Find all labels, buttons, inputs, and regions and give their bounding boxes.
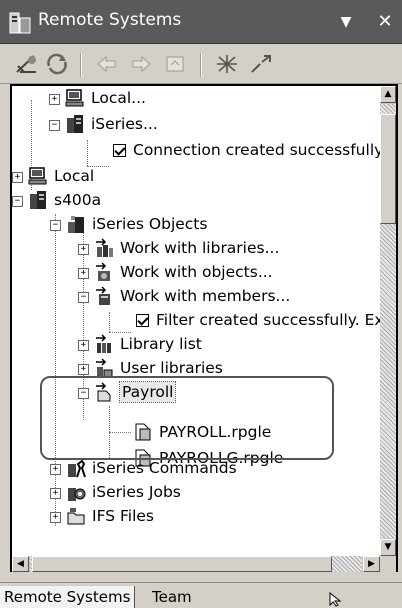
tree-item-label: iSeries Commands: [92, 459, 237, 477]
iseries-server-icon: [30, 191, 46, 209]
filter-members-icon: [96, 286, 110, 305]
view-toolbar: [0, 44, 402, 84]
scrollbar-corner: [380, 556, 396, 572]
tree-item-label: s400a: [54, 191, 102, 209]
remote-systems-tree: + Local... − iSeries... Connection creat…: [12, 86, 380, 556]
computer-icon: [65, 89, 84, 107]
computer-icon: [28, 167, 47, 185]
checkmark-icon: [113, 144, 126, 157]
tree-item-iseries-1[interactable]: − iSeries...: [12, 114, 372, 138]
refresh-icon[interactable]: [44, 52, 70, 76]
tree-item-iseries-jobs[interactable]: + iSeries Jobs: [12, 482, 372, 506]
tree-item-label: Local...: [91, 89, 146, 107]
scroll-right-icon[interactable]: ▶: [363, 556, 380, 572]
tree-item-label: Local: [54, 167, 95, 185]
tree-item-work-with-objects[interactable]: + Work with objects...: [12, 262, 372, 286]
scroll-left-icon[interactable]: ◀: [12, 556, 29, 572]
vertical-scrollbar[interactable]: ▲ ▼: [380, 86, 396, 556]
expand-toggle[interactable]: +: [78, 268, 89, 279]
tree-item-label: Work with members...: [120, 287, 291, 305]
expand-toggle[interactable]: +: [49, 94, 60, 105]
forward-icon[interactable]: [128, 52, 154, 76]
collapse-toggle[interactable]: −: [78, 292, 89, 303]
expand-toggle[interactable]: +: [12, 172, 23, 183]
tree-item-label: iSeries Jobs: [92, 483, 181, 501]
tree-item-iseries-commands[interactable]: + iSeries Commands: [12, 458, 372, 482]
tree-item-work-with-libraries[interactable]: + Work with libraries...: [12, 238, 372, 262]
filter-libraries-icon: [96, 238, 113, 257]
collapse-toggle[interactable]: −: [12, 196, 23, 207]
new-connection-icon[interactable]: [14, 52, 40, 76]
library-list-icon: [96, 334, 111, 353]
mouse-pointer-icon: [329, 592, 342, 607]
view-menu-dropdown-icon[interactable]: ▼: [336, 12, 356, 32]
view-title: Remote Systems: [38, 10, 182, 30]
horizontal-scrollbar[interactable]: ◀ ▶: [12, 556, 380, 572]
iseries-jobs-icon: [68, 488, 86, 501]
tree-item-label: User libraries: [120, 359, 223, 377]
tree-item-s400a[interactable]: − s400a: [12, 190, 372, 214]
collapse-all-icon[interactable]: [214, 52, 240, 76]
collapse-toggle[interactable]: −: [50, 220, 61, 231]
tab-team[interactable]: Team: [148, 586, 196, 608]
horizontal-scroll-thumb[interactable]: [32, 556, 332, 572]
tree-item-local-1[interactable]: + Local...: [12, 88, 372, 112]
ifs-files-icon: [67, 508, 85, 525]
link-with-editor-icon[interactable]: [248, 52, 274, 76]
expand-toggle[interactable]: +: [50, 464, 61, 475]
expand-toggle[interactable]: +: [78, 340, 89, 351]
tree-item-library-list[interactable]: + Library list: [12, 334, 372, 358]
tree-item-iseries-objects[interactable]: − iSeries Objects: [12, 214, 372, 238]
user-libraries-icon: [96, 358, 113, 377]
remote-systems-icon: [9, 12, 31, 34]
scroll-up-icon[interactable]: ▲: [380, 86, 396, 103]
tree-item-label: Work with libraries...: [120, 239, 280, 257]
iseries-server-icon: [67, 115, 83, 133]
close-view-icon[interactable]: ✕: [374, 11, 396, 33]
view-titlebar: Remote Systems ▼ ✕: [0, 0, 402, 44]
iseries-objects-icon: [68, 216, 84, 233]
tree-item-ifs-files[interactable]: + IFS Files: [12, 506, 372, 530]
back-icon[interactable]: [94, 52, 120, 76]
tree-item-label: IFS Files: [92, 507, 154, 525]
filter-objects-icon: [96, 262, 110, 281]
up-icon[interactable]: [162, 52, 188, 76]
checkmark-icon: [136, 314, 149, 327]
tree-item-work-with-members[interactable]: − Work with members...: [12, 286, 372, 310]
tree-item-label: Work with objects...: [120, 263, 273, 281]
expand-toggle[interactable]: +: [50, 512, 61, 523]
tree-item-local-2[interactable]: + Local: [12, 166, 372, 190]
expand-toggle[interactable]: +: [78, 244, 89, 255]
iseries-commands-icon: [68, 459, 86, 478]
scroll-down-icon[interactable]: ▼: [380, 539, 396, 556]
tree-item-label: iSeries...: [91, 115, 158, 133]
expand-toggle[interactable]: +: [50, 488, 61, 499]
tree-item-label: Connection created successfully.: [133, 141, 380, 159]
tab-remote-systems[interactable]: Remote Systems: [0, 586, 136, 608]
payroll-highlight-callout: [40, 376, 334, 460]
vertical-scroll-thumb[interactable]: [380, 114, 396, 224]
tree-item-label: Library list: [120, 335, 202, 353]
expand-toggle[interactable]: +: [78, 364, 89, 375]
tree-item-connection-message[interactable]: Connection created successfully.: [12, 140, 380, 164]
tree-item-label: Filter created successfully. Exp: [156, 311, 380, 329]
tree-item-label: iSeries Objects: [92, 215, 208, 233]
collapse-toggle[interactable]: −: [49, 120, 60, 131]
tree-item-filter-message[interactable]: Filter created successfully. Exp: [12, 310, 380, 334]
